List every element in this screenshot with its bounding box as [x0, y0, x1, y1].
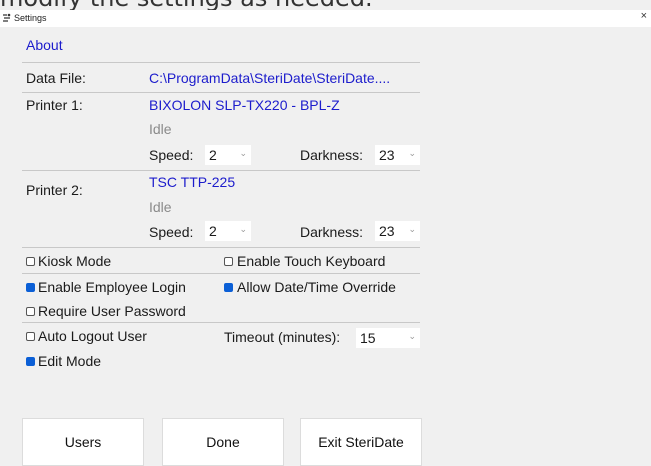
divider — [22, 92, 420, 93]
printer2-darkness-label: Darkness: — [300, 224, 364, 240]
exit-button[interactable]: Exit SteriDate — [300, 418, 422, 466]
printer1-speed-value: 2 — [209, 147, 217, 163]
chevron-down-icon: ⌄ — [408, 148, 416, 158]
printer2-speed-label: Speed: — [149, 224, 194, 240]
timeout-value: 15 — [360, 330, 376, 346]
chevron-down-icon: ⌄ — [239, 224, 247, 234]
edit-mode-label: Edit Mode — [38, 353, 102, 369]
divider — [22, 247, 420, 248]
kiosk-mode-label: Kiosk Mode — [38, 253, 112, 269]
printer1-darkness-value: 23 — [379, 147, 395, 163]
exit-button-label: Exit SteriDate — [318, 434, 404, 450]
printer1-darkness-select[interactable]: 23 ⌄ — [375, 145, 420, 165]
edit-mode-checkbox[interactable] — [26, 357, 35, 366]
users-button-label: Users — [64, 434, 102, 450]
auto-logout-checkbox[interactable] — [26, 332, 35, 341]
require-password-label: Require User Password — [38, 303, 186, 319]
divider — [22, 170, 420, 171]
printer2-label: Printer 2: — [26, 182, 83, 198]
printer1-darkness-label: Darkness: — [300, 147, 364, 163]
timeout-label: Timeout (minutes): — [224, 329, 341, 345]
settings-app-icon — [3, 13, 11, 22]
employee-login-checkbox[interactable] — [26, 283, 35, 292]
chevron-down-icon: ⌄ — [408, 331, 416, 341]
about-link[interactable]: About — [26, 37, 63, 53]
touch-keyboard-label: Enable Touch Keyboard — [237, 253, 386, 269]
chevron-down-icon: ⌄ — [408, 224, 416, 234]
data-file-path[interactable]: C:\ProgramData\SteriDate\SteriDate.... — [149, 70, 390, 86]
chevron-down-icon: ⌄ — [239, 148, 247, 158]
done-button[interactable]: Done — [162, 418, 284, 466]
users-button[interactable]: Users — [22, 418, 144, 466]
data-file-label: Data File: — [26, 70, 86, 86]
timeout-select[interactable]: 15 ⌄ — [356, 328, 420, 348]
kiosk-mode-checkbox[interactable] — [26, 257, 35, 266]
printer1-speed-select[interactable]: 2 ⌄ — [205, 145, 251, 165]
divider — [22, 273, 420, 274]
printer1-label: Printer 1: — [26, 97, 83, 113]
window-title: Settings — [14, 13, 47, 23]
printer1-status: Idle — [149, 121, 172, 137]
touch-keyboard-checkbox[interactable] — [224, 257, 233, 266]
printer2-speed-select[interactable]: 2 ⌄ — [205, 221, 251, 241]
require-password-checkbox[interactable] — [26, 307, 35, 316]
date-override-checkbox[interactable] — [224, 283, 233, 292]
printer2-status: Idle — [149, 199, 172, 215]
printer2-speed-value: 2 — [209, 223, 217, 239]
printer2-darkness-value: 23 — [379, 223, 395, 239]
window-titlebar[interactable]: Settings × — [0, 10, 651, 27]
auto-logout-label: Auto Logout User — [38, 328, 147, 344]
printer2-name[interactable]: TSC TTP-225 — [149, 174, 235, 190]
date-override-label: Allow Date/Time Override — [237, 279, 396, 295]
divider — [22, 62, 420, 63]
close-icon[interactable]: × — [641, 10, 647, 22]
divider — [22, 322, 420, 323]
printer2-darkness-select[interactable]: 23 ⌄ — [375, 221, 420, 241]
printer1-speed-label: Speed: — [149, 147, 194, 163]
printer1-name[interactable]: BIXOLON SLP-TX220 - BPL-Z — [149, 97, 340, 113]
done-button-label: Done — [206, 434, 240, 450]
employee-login-label: Enable Employee Login — [38, 279, 186, 295]
